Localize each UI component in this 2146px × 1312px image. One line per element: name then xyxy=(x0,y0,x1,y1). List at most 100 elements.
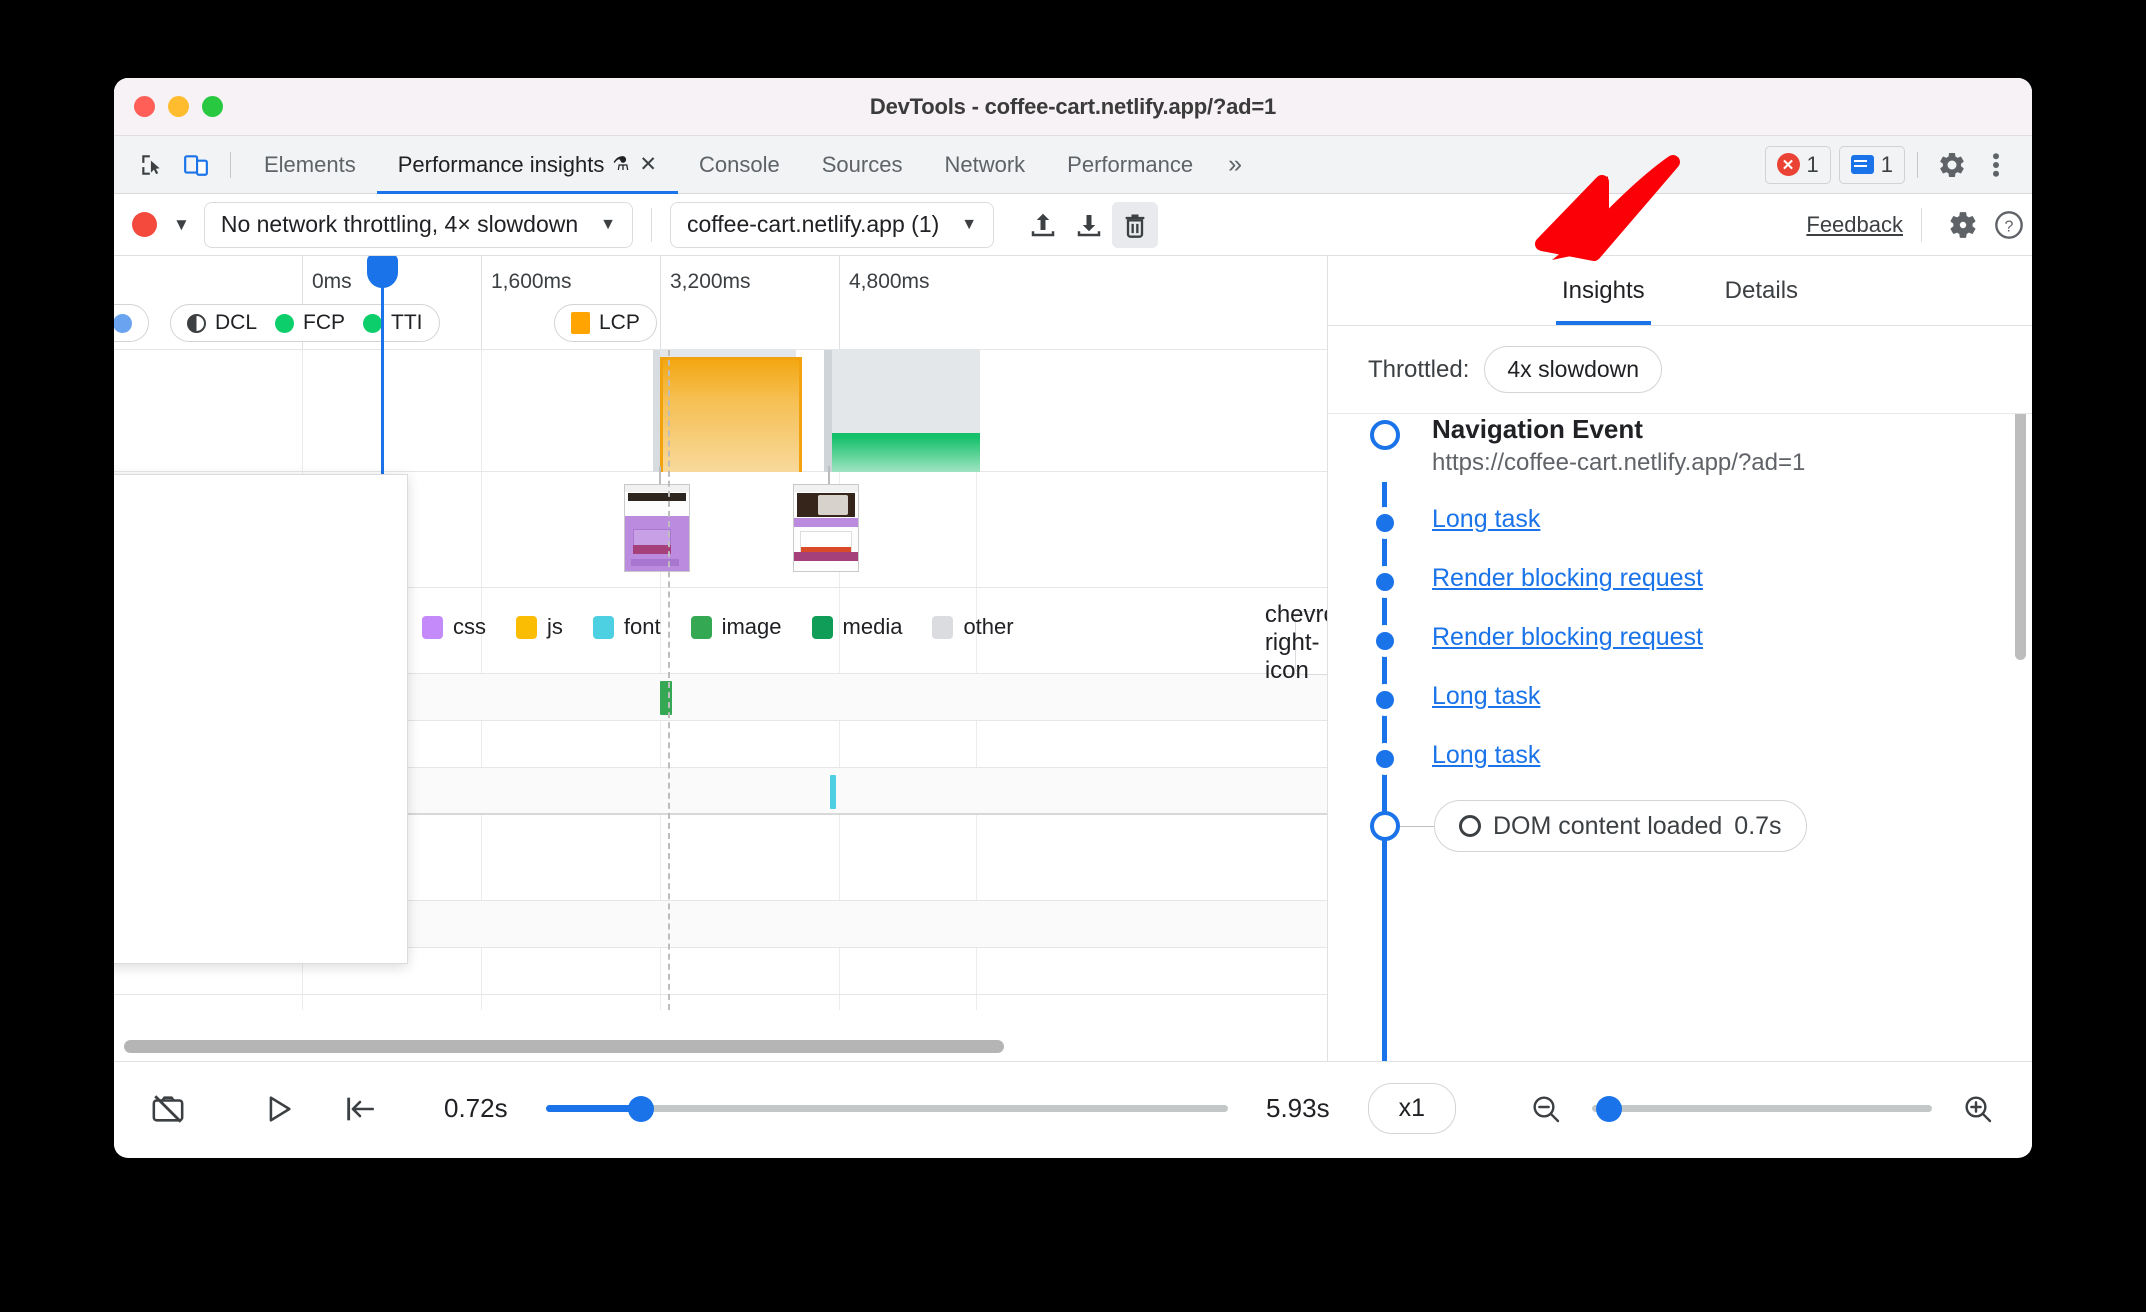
network-bar-font[interactable] xyxy=(830,775,836,809)
performance-timeline[interactable]: 0ms 1,600ms 3,200ms 4,800ms DCL FCP TTI … xyxy=(114,256,1327,1061)
svg-text:?: ? xyxy=(2005,218,2014,235)
jump-to-start-button[interactable] xyxy=(332,1081,388,1137)
throttled-value-pill: 4x slowdown xyxy=(1484,346,1663,393)
gear-icon[interactable] xyxy=(1930,143,1974,187)
playhead-marker-icon[interactable] xyxy=(367,256,398,288)
dom-content-loaded-node xyxy=(1370,811,1400,841)
tab-performance-label: Performance xyxy=(1067,151,1194,177)
more-vertical-icon[interactable] xyxy=(1974,143,2018,187)
chevron-down-icon-2: ▼ xyxy=(961,215,978,233)
insights-list[interactable]: Navigation Event https://coffee-cart.net… xyxy=(1328,414,2032,1061)
flask-icon: ⚗ xyxy=(612,154,630,175)
navigation-event-item[interactable]: Navigation Event https://coffee-cart.net… xyxy=(1432,414,1805,477)
ruler-label-2: 3,200ms xyxy=(670,270,751,293)
tab-details-label: Details xyxy=(1724,276,1799,304)
download-button[interactable] xyxy=(1066,202,1112,248)
throttling-select[interactable]: No network throttling, 4× slowdown ▼ xyxy=(203,201,633,248)
tab-performance-insights-label: Performance insights xyxy=(397,151,605,177)
insight-node-3 xyxy=(1376,632,1394,650)
insights-vertical-scrollbar[interactable] xyxy=(2015,414,2026,660)
window-title: DevTools - coffee-cart.netlify.app/?ad=1 xyxy=(869,93,1277,119)
insight-item-3[interactable]: Render blocking request xyxy=(1432,623,1703,652)
range-slider[interactable] xyxy=(545,1095,1228,1122)
insight-link-4[interactable]: Long task xyxy=(1432,682,1540,710)
legend-label-media: media xyxy=(842,614,903,639)
message-count-badge[interactable]: 1 xyxy=(1838,145,1905,184)
zoom-in-button[interactable] xyxy=(1950,1081,2006,1137)
zoom-out-button[interactable] xyxy=(1518,1081,1574,1137)
tab-details[interactable]: Details xyxy=(1719,256,1804,325)
insight-item-5[interactable]: Long task xyxy=(1432,741,1540,770)
tab-performance-insights[interactable]: Performance insights ⚗ ✕ xyxy=(376,136,679,194)
recording-select[interactable]: coffee-cart.netlify.app (1) ▼ xyxy=(670,201,995,248)
error-count-badge[interactable]: ✕ 1 xyxy=(1764,145,1831,184)
insight-item-2[interactable]: Render blocking request xyxy=(1432,564,1703,593)
delete-recording-button[interactable] xyxy=(1112,201,1159,248)
event-chip-partial[interactable] xyxy=(114,304,149,342)
devtools-body: 0ms 1,600ms 3,200ms 4,800ms DCL FCP TTI … xyxy=(114,256,2032,1061)
upload-button[interactable] xyxy=(1020,202,1066,248)
throttling-value: No network throttling, 4× slowdown xyxy=(220,211,579,237)
network-bar-image[interactable] xyxy=(660,681,672,715)
dom-chip-label: DOM content loaded xyxy=(1493,811,1723,840)
playback-speed-button[interactable]: x1 xyxy=(1367,1083,1456,1134)
tab-insights-label: Insights xyxy=(1561,276,1645,304)
tab-network[interactable]: Network xyxy=(923,136,1046,194)
tab-elements[interactable]: Elements xyxy=(243,136,377,194)
insight-item-1[interactable]: Long task xyxy=(1432,505,1540,534)
ruler-label-0: 0ms xyxy=(312,270,352,293)
device-toolbar-icon[interactable] xyxy=(174,143,218,187)
inspect-element-icon[interactable] xyxy=(130,143,174,187)
screenshot-root: DevTools - coffee-cart.netlify.app/?ad=1… xyxy=(0,0,2146,1312)
tabbar-divider-2 xyxy=(1917,151,1918,178)
tab-network-label: Network xyxy=(944,151,1026,177)
dom-content-loaded-chip[interactable]: DOM content loaded 0.7s xyxy=(1434,800,1807,852)
devtools-window: DevTools - coffee-cart.netlify.app/?ad=1… xyxy=(114,78,2032,1158)
event-chip-group-dcl-fcp-tti[interactable]: DCL FCP TTI xyxy=(170,304,440,342)
track-row-main[interactable] xyxy=(114,350,1327,472)
insights-panel: Insights Details Throttled: 4x slowdown xyxy=(1327,256,2032,1061)
tab-sources[interactable]: Sources xyxy=(801,136,924,194)
toolbar-divider-1 xyxy=(651,207,652,242)
record-button[interactable] xyxy=(132,212,157,237)
tab-console[interactable]: Console xyxy=(678,136,801,194)
sidebar-toggle-button[interactable]: chevron-right-icon xyxy=(1265,601,1327,684)
filmstrip-thumbnail-1[interactable] xyxy=(624,484,690,572)
close-icon[interactable]: ✕ xyxy=(639,152,657,177)
paint-activity-block[interactable] xyxy=(832,433,980,472)
timeline-ruler[interactable]: 0ms 1,600ms 3,200ms 4,800ms DCL FCP TTI … xyxy=(114,256,1327,350)
settings-button[interactable] xyxy=(1940,202,1986,248)
minimize-window-button[interactable] xyxy=(168,96,189,117)
play-button[interactable] xyxy=(250,1081,306,1137)
close-window-button[interactable] xyxy=(134,96,155,117)
legend-swatch-image xyxy=(690,615,712,639)
tabbar-right-group: ✕ 1 1 xyxy=(1757,143,2033,187)
insight-link-1[interactable]: Long task xyxy=(1432,505,1540,533)
feedback-link[interactable]: Feedback xyxy=(1806,212,1903,238)
lcp-label: LCP xyxy=(599,311,640,334)
screenshot-toggle-button[interactable] xyxy=(140,1081,196,1137)
legend-swatch-media xyxy=(811,615,833,639)
recording-value: coffee-cart.netlify.app (1) xyxy=(687,211,940,237)
ring-icon xyxy=(1459,815,1481,837)
tab-insights[interactable]: Insights xyxy=(1555,256,1651,325)
zoom-slider[interactable] xyxy=(1592,1095,1932,1122)
lcp-activity-block[interactable] xyxy=(660,357,802,472)
filmstrip-thumbnail-2[interactable] xyxy=(793,484,859,572)
event-chip-lcp[interactable]: LCP xyxy=(554,304,657,342)
maximize-window-button[interactable] xyxy=(202,96,223,117)
legend-label-other: other xyxy=(963,614,1014,639)
chevron-down-icon: ▼ xyxy=(600,215,616,233)
insight-link-5[interactable]: Long task xyxy=(1432,741,1540,769)
error-icon: ✕ xyxy=(1776,153,1800,176)
more-tabs-icon[interactable]: » xyxy=(1214,150,1256,179)
tab-performance[interactable]: Performance xyxy=(1046,136,1214,194)
record-options-caret[interactable]: ▼ xyxy=(173,215,190,235)
performance-toolbar: ▼ No network throttling, 4× slowdown ▼ c… xyxy=(114,194,2032,256)
tab-console-label: Console xyxy=(699,151,780,177)
insight-link-2[interactable]: Render blocking request xyxy=(1432,564,1703,592)
insight-link-3[interactable]: Render blocking request xyxy=(1432,623,1703,651)
timeline-horizontal-scrollbar[interactable] xyxy=(124,1040,1004,1053)
insight-item-4[interactable]: Long task xyxy=(1432,682,1540,711)
help-button[interactable]: ? xyxy=(1986,202,2032,248)
